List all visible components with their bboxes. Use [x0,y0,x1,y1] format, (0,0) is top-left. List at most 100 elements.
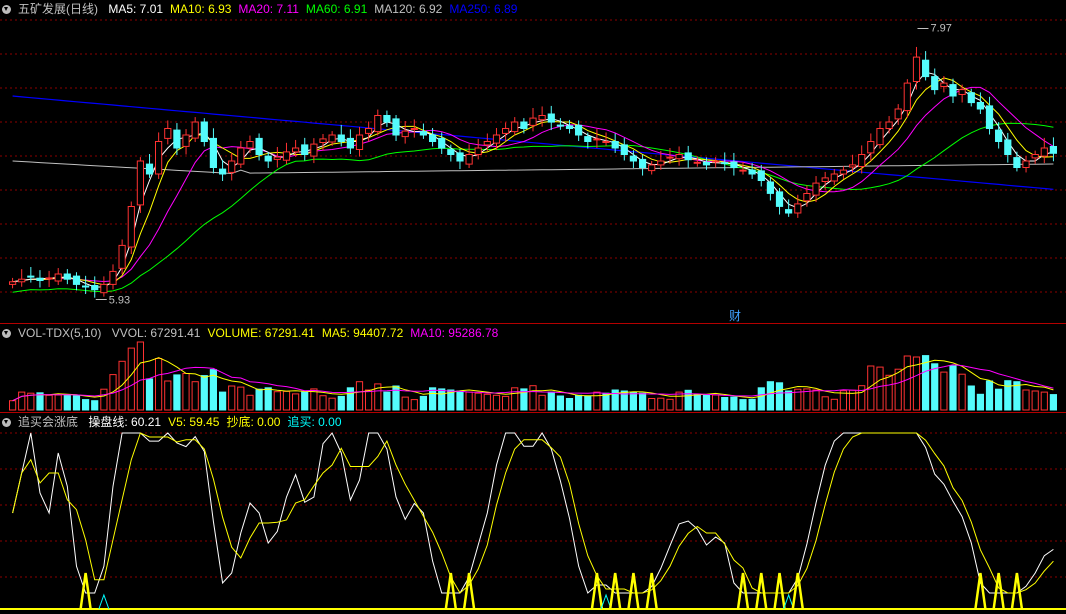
candle-body [219,168,227,175]
volume-indicator-name: VOL-TDX(5,10) [18,326,102,340]
volume-bar [9,400,17,411]
volume-bar [45,394,53,411]
candle-body [748,169,756,175]
volume-bar [273,391,281,411]
volume-bar [958,373,966,411]
volume-bar [995,388,1003,411]
candle-body [785,209,793,214]
chase-buy-signal [98,593,110,610]
candle-body [511,121,519,133]
finance-marker[interactable]: 财 [729,307,741,323]
candle-body [657,160,665,166]
candle-body [876,128,884,146]
candle-body [200,121,208,142]
volume-legend: VOL-TDX(5,10) VVOL: 67291.41 VOLUME: 6729… [2,325,512,341]
candle-body [191,121,199,139]
indicator-panel[interactable]: 追买会涨底 操盘线: 60.21 V5: 59.45 抄底: 0.00 追买: 0.0… [0,413,1066,614]
candle-body [465,154,473,165]
candle-body [255,137,263,155]
candle-body [556,124,564,127]
bottom-buy-signal [773,572,786,610]
volume-bar [684,389,692,411]
indicator-menu-icon[interactable] [2,418,11,427]
main-price-panel[interactable]: 7.97 5.93 五矿发展(日线) MA5: 7.01 MA10: 6.93 MA2… [0,0,1066,323]
candle-body [529,117,537,126]
candle-body [1022,160,1030,168]
ma-legend-item-2: MA20: 7.11 [238,2,299,16]
candle-body [812,182,820,196]
candle-body [1031,154,1039,159]
candlestick-chart[interactable]: 7.97 5.93 [0,0,1066,323]
volume-bar [657,397,665,411]
volume-bar [1049,394,1058,411]
candle-body [775,191,784,207]
candle-body [246,141,254,149]
volume-bar [702,394,711,411]
candle-body [684,152,692,161]
candle-body [155,141,163,175]
volume-bar [757,387,765,411]
volume-bar [492,394,501,411]
volume-bar [1022,389,1030,411]
volume-bar [1031,390,1039,411]
volume-bar [63,394,71,411]
volume-bar [91,400,99,411]
candle-body [958,89,966,95]
ind-legend-item-0: 操盘线: 60.21 [88,415,162,429]
candle-body [839,169,847,175]
candle-body [100,283,108,294]
candle-body [45,277,53,280]
candle-body [766,181,774,194]
volume-bar [72,395,81,411]
low-price-label: 5.93 [109,295,130,307]
volume-bar [903,355,911,411]
candle-body [995,129,1003,143]
candle-body [82,285,90,288]
bottom-buy-signal [736,572,750,610]
volume-bar [182,373,190,411]
volume-bar [648,398,656,411]
candle-body [967,92,975,104]
candle-body [629,155,637,162]
volume-bar [830,398,838,411]
candle-body [72,275,81,285]
volume-bar [675,391,683,411]
candle-body [1040,147,1048,157]
candle-body [666,156,674,159]
candle-body [730,161,738,168]
volume-bar [538,394,546,411]
candle-body [565,125,574,130]
volume-bar [465,391,473,411]
candle-body [702,161,711,166]
candle-body [438,137,446,149]
volume-bar [301,391,309,411]
candle-body [940,82,948,87]
candle-body [830,173,838,182]
candle-body [264,155,272,162]
vol-legend-item-2: MA5: 94407.72 [321,326,404,340]
candle-body [392,118,400,136]
indicator-chart[interactable] [0,413,1066,614]
candle-body [410,128,418,130]
bottom-buy-signal [627,572,640,610]
indicator-menu-icon[interactable] [2,329,11,338]
candle-body [401,130,409,138]
volume-bar [228,385,236,411]
indicator-menu-icon[interactable] [2,5,11,14]
volume-bar [264,387,272,411]
candle-body [502,128,510,134]
candle-body [282,151,291,161]
volume-bar [456,390,464,411]
candle-body [164,128,172,139]
candle-body [739,169,747,172]
volume-bar [155,358,163,411]
candle-body [903,82,911,112]
candle-body [355,134,364,150]
candle-body [54,273,62,282]
volume-bar [547,391,555,411]
volume-bar [136,341,145,411]
candle-body [273,156,281,160]
stock-title: 五矿发展(日线) [18,2,98,16]
volume-panel[interactable]: VOL-TDX(5,10) VVOL: 67291.41 VOLUME: 6729… [0,324,1066,412]
v5-line [12,432,1054,594]
